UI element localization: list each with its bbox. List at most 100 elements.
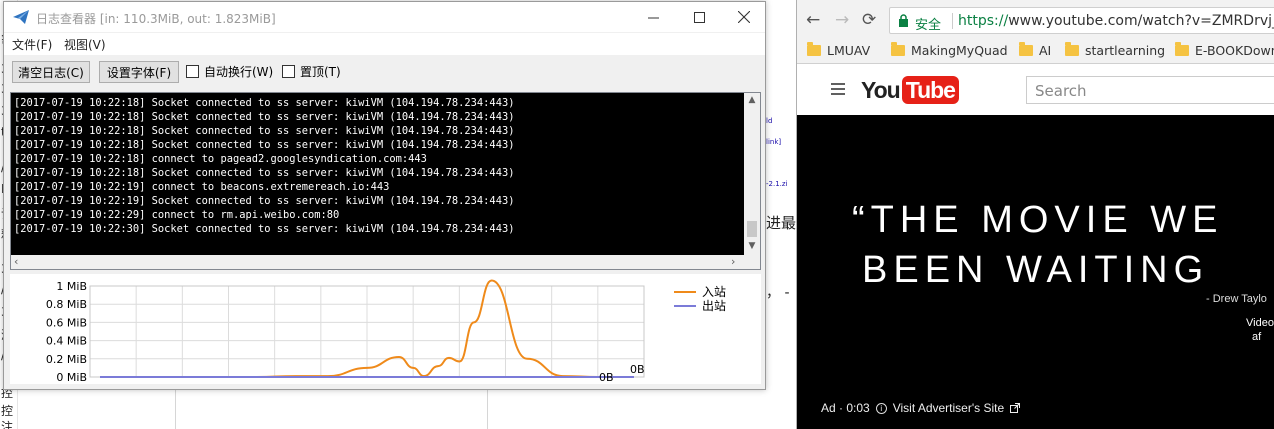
video-player[interactable]: “THE MOVIE WE BEEN WAITING - Drew Taylo … <box>797 115 1274 429</box>
folder-icon <box>807 42 821 56</box>
log-line: [2017-07-19 10:22:19] connect to beacons… <box>14 181 390 193</box>
bookmark-folder[interactable]: MakingMyQuad <box>891 42 1008 58</box>
log-line: [2017-07-19 10:22:18] Socket connected t… <box>14 97 515 109</box>
menu-bar: 文件(F) 视图(V) <box>4 33 765 55</box>
minimize-button[interactable] <box>630 2 676 32</box>
always-on-top-label: 置顶(T) <box>300 65 341 79</box>
bg-snippet: 进最新 <box>766 214 796 232</box>
menu-file[interactable]: 文件(F) <box>12 36 52 53</box>
ad-time: Ad · 0:03 <box>821 401 870 415</box>
bookmark-folder[interactable]: E-BOOKDown <box>1175 42 1274 58</box>
maximize-button[interactable] <box>676 2 722 32</box>
log-viewer-window: 日志查看器 [in: 110.3MiB, out: 1.823MiB] 文件(F… <box>3 1 766 390</box>
address-bar[interactable]: 安全 https://www.youtube.com/watch?v=ZMRDr… <box>889 7 1274 34</box>
series-value-label: 0B <box>599 371 614 384</box>
vertical-scrollbar[interactable]: ▲ ▼ <box>744 93 760 255</box>
bookmark-label: LMUAV <box>827 43 871 58</box>
close-button[interactable] <box>721 2 767 32</box>
info-icon[interactable]: i <box>875 402 887 414</box>
word-wrap-label: 自动换行(W) <box>204 65 274 79</box>
folder-icon <box>1065 42 1079 56</box>
log-line: [2017-07-19 10:22:30] Socket connected t… <box>14 223 515 235</box>
checkbox-box[interactable] <box>282 65 295 78</box>
set-font-button[interactable]: 设置字体(F) <box>99 61 179 83</box>
secure-label: 安全 <box>915 18 942 33</box>
toolbar: 清空日志(C) 设置字体(F) 自动换行(W) 置顶(T) <box>4 56 765 88</box>
bookmark-folder[interactable]: LMUAV <box>807 42 871 58</box>
legend-label: 入站 <box>702 285 726 299</box>
background-right-snippets: ld link] -2.1.zi 进最新 ， - <box>766 0 796 429</box>
bg-snippet: -2.1.zi <box>766 180 788 188</box>
youtube-header: You Tube Search <box>797 65 1274 115</box>
bg-snippet: ， - <box>766 285 790 301</box>
url-text[interactable]: https://www.youtube.com/watch?v=ZMRDrvj_… <box>958 13 1274 29</box>
y-tick-label: 0.4 MiB <box>46 335 87 348</box>
log-line: [2017-07-19 10:22:18] Socket connected t… <box>14 167 515 179</box>
folder-icon <box>1175 42 1189 56</box>
video-credit: - Drew Taylo <box>1206 293 1267 305</box>
skip-ad-text[interactable]: af <box>1252 331 1261 343</box>
external-link-icon <box>1010 403 1021 413</box>
traffic-chart: 1 MiB 0.8 MiB 0.6 MiB 0.4 MiB 0.2 MiB 0 MiB 入站… <box>10 274 761 384</box>
background-divider <box>487 390 488 429</box>
scroll-right-arrow-icon[interactable]: › <box>731 255 735 268</box>
window-title: 日志查看器 [in: 110.3MiB, out: 1.823MiB] <box>36 12 276 26</box>
ad-info-bar: Ad · 0:03 i Visit Advertiser's Site <box>821 401 1021 415</box>
bookmark-label: MakingMyQuad <box>911 43 1008 58</box>
scroll-down-arrow-icon[interactable]: ▼ <box>744 241 760 253</box>
url-scheme: https:// <box>958 13 1009 29</box>
y-tick-label: 1 MiB <box>56 280 87 293</box>
word-wrap-checkbox[interactable]: 自动换行(W) <box>186 63 273 80</box>
bg-char: 控 <box>1 404 14 418</box>
log-line: [2017-07-19 10:22:29] connect to rm.api.… <box>14 209 340 221</box>
search-placeholder: Search <box>1035 82 1087 100</box>
visit-advertiser-link[interactable]: Visit Advertiser's Site <box>893 401 1004 415</box>
log-line: [2017-07-19 10:22:19] Socket connected t… <box>14 195 515 207</box>
folder-icon <box>891 42 905 56</box>
bookmark-label: AI <box>1039 43 1052 58</box>
checkbox-box[interactable] <box>186 65 199 78</box>
youtube-logo[interactable]: You Tube <box>861 75 959 105</box>
bookmark-label: E-BOOKDown <box>1195 43 1274 58</box>
y-tick-label: 0.6 MiB <box>46 316 87 329</box>
background-bottom-area <box>18 390 796 429</box>
folder-icon <box>1019 42 1033 56</box>
y-tick-label: 0.8 MiB <box>46 298 87 311</box>
bg-snippet: link] <box>766 138 782 146</box>
bookmark-label: startlearning <box>1085 43 1166 58</box>
search-input[interactable]: Search <box>1026 76 1274 104</box>
always-on-top-checkbox[interactable]: 置顶(T) <box>282 63 341 80</box>
minimize-icon <box>647 17 659 18</box>
traffic-chart-svg: 1 MiB 0.8 MiB 0.6 MiB 0.4 MiB 0.2 MiB 0 MiB 入站… <box>46 279 726 384</box>
back-arrow-icon[interactable]: ← <box>806 10 820 30</box>
url-separator <box>952 13 953 29</box>
browser-window: ← → ⟳ 安全 https://www.youtube.com/watch?v… <box>796 0 1274 429</box>
video-title-line: BEEN WAITING <box>862 249 1210 291</box>
clear-log-button[interactable]: 清空日志(C) <box>12 61 90 83</box>
logo-tube: Tube <box>901 76 959 104</box>
menu-view[interactable]: 视图(V) <box>64 36 106 53</box>
scroll-up-arrow-icon[interactable]: ▲ <box>744 95 760 107</box>
skip-ad-text[interactable]: Video <box>1246 317 1274 329</box>
log-line: [2017-07-19 10:22:18] Socket connected t… <box>14 111 515 123</box>
bookmark-folder[interactable]: AI <box>1019 42 1052 58</box>
background-divider <box>175 390 176 429</box>
forward-arrow-icon[interactable]: → <box>835 10 849 30</box>
browser-nav-bar: ← → ⟳ 安全 https://www.youtube.com/watch?v… <box>797 0 1274 40</box>
scroll-left-arrow-icon[interactable]: ‹ <box>14 255 18 268</box>
bg-char: 注 <box>1 420 14 429</box>
log-line: [2017-07-19 10:22:18] Socket connected t… <box>14 139 515 151</box>
log-textarea[interactable]: [2017-07-19 10:22:18] Socket connected t… <box>11 93 744 255</box>
reload-icon[interactable]: ⟳ <box>862 10 876 30</box>
title-bar[interactable]: 日志查看器 [in: 110.3MiB, out: 1.823MiB] <box>4 2 765 32</box>
series-value-label: 0B <box>630 363 645 376</box>
close-icon <box>738 11 750 23</box>
legend-label: 出站 <box>702 299 726 313</box>
hamburger-menu-icon[interactable] <box>831 83 845 95</box>
url-rest: www.youtube.com/watch?v=ZMRDrvj_E <box>1008 13 1274 29</box>
video-title-line: “THE MOVIE WE <box>852 199 1224 241</box>
horizontal-scrollbar[interactable]: ‹ › <box>11 255 744 269</box>
bookmark-folder[interactable]: startlearning <box>1065 42 1166 58</box>
scrollbar-thumb[interactable] <box>747 221 757 237</box>
paper-plane-icon <box>13 10 29 24</box>
